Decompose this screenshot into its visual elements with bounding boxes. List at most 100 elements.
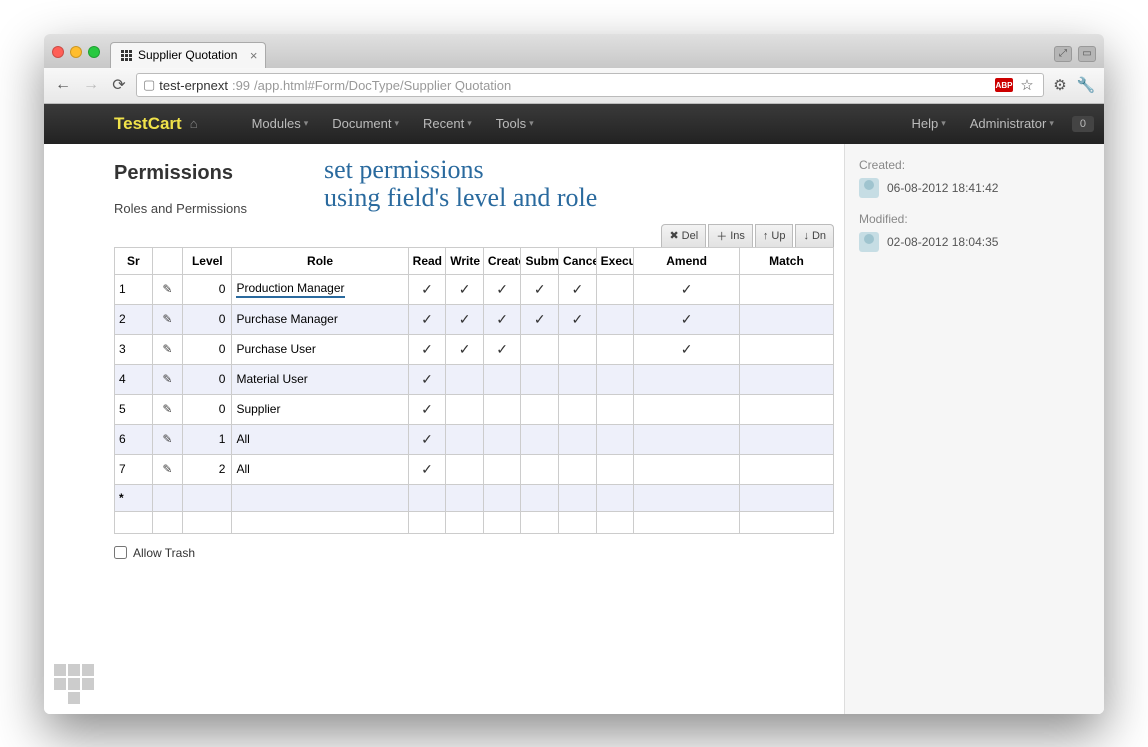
row-edit-button[interactable]: ✎ [152, 334, 183, 364]
cell-read[interactable]: ✓ [408, 304, 446, 334]
cell-create[interactable] [483, 364, 521, 394]
cell-role[interactable]: Material User [232, 364, 408, 394]
cell-submit[interactable]: ✓ [521, 304, 559, 334]
reload-button[interactable]: ⟳ [108, 74, 130, 96]
cell-submit[interactable]: ✓ [521, 274, 559, 304]
cell-create[interactable] [483, 424, 521, 454]
allow-trash-checkbox[interactable] [114, 546, 127, 559]
cell-cancel[interactable]: ✓ [559, 304, 597, 334]
apps-grid-icon[interactable] [54, 664, 94, 704]
cell-create[interactable] [483, 394, 521, 424]
extension-icon[interactable]: ⚙ [1050, 76, 1070, 94]
cell-create[interactable]: ✓ [483, 274, 521, 304]
cell-read[interactable]: ✓ [408, 424, 446, 454]
cell-submit[interactable] [521, 334, 559, 364]
cell-read[interactable]: ✓ [408, 454, 446, 484]
cell-execute[interactable] [596, 334, 634, 364]
cell-execute[interactable] [596, 274, 634, 304]
grid-delete-button[interactable]: ✖Del [661, 224, 706, 247]
bookmark-star-icon[interactable]: ☆ [1017, 76, 1037, 94]
row-edit-button[interactable]: ✎ [152, 274, 183, 304]
cell-match[interactable] [739, 394, 833, 424]
cell-level[interactable]: 0 [183, 334, 232, 364]
table-row[interactable]: 2✎0Purchase Manager✓✓✓✓✓✓ [115, 304, 834, 334]
cell-cancel[interactable] [559, 454, 597, 484]
cell-submit[interactable] [521, 454, 559, 484]
cell-cancel[interactable] [559, 424, 597, 454]
cell-level[interactable]: 2 [183, 454, 232, 484]
table-row[interactable]: 6✎1All✓ [115, 424, 834, 454]
grid-down-button[interactable]: ↓Dn [795, 224, 834, 247]
wrench-icon[interactable]: 🔧 [1076, 76, 1096, 94]
row-edit-button[interactable]: ✎ [152, 394, 183, 424]
cell-amend[interactable] [634, 394, 740, 424]
cell-level[interactable]: 0 [183, 274, 232, 304]
cell-execute[interactable] [596, 424, 634, 454]
cell-role[interactable]: All [232, 424, 408, 454]
table-row[interactable]: 4✎0Material User✓ [115, 364, 834, 394]
cell-level[interactable]: 1 [183, 424, 232, 454]
cell-amend[interactable]: ✓ [634, 304, 740, 334]
cell-read[interactable]: ✓ [408, 274, 446, 304]
cell-submit[interactable] [521, 394, 559, 424]
nav-administrator[interactable]: Administrator▾ [960, 116, 1064, 131]
window-close-button[interactable] [52, 46, 64, 58]
nav-tools[interactable]: Tools▾ [486, 116, 544, 131]
cell-match[interactable] [739, 304, 833, 334]
cell-role[interactable]: Supplier [232, 394, 408, 424]
cell-role[interactable]: All [232, 454, 408, 484]
cell-write[interactable]: ✓ [446, 334, 484, 364]
cell-submit[interactable] [521, 364, 559, 394]
row-edit-button[interactable]: ✎ [152, 454, 183, 484]
cell-match[interactable] [739, 274, 833, 304]
cell-level[interactable]: 0 [183, 304, 232, 334]
cell-write[interactable] [446, 394, 484, 424]
cell-submit[interactable] [521, 424, 559, 454]
cell-cancel[interactable] [559, 364, 597, 394]
table-row[interactable]: 5✎0Supplier✓ [115, 394, 834, 424]
cell-read[interactable]: ✓ [408, 394, 446, 424]
home-icon[interactable]: ⌂ [190, 116, 198, 131]
browser-tab[interactable]: Supplier Quotation × [110, 42, 266, 68]
cell-amend[interactable]: ✓ [634, 274, 740, 304]
window-zoom-button[interactable] [88, 46, 100, 58]
nav-modules[interactable]: Modules▾ [242, 116, 319, 131]
window-expand-icon[interactable]: ⤢ [1054, 46, 1072, 62]
nav-recent[interactable]: Recent▾ [413, 116, 482, 131]
cell-amend[interactable] [634, 454, 740, 484]
grid-insert-button[interactable]: ＋Ins [708, 224, 753, 247]
window-menu-icon[interactable]: ▭ [1078, 46, 1096, 62]
cell-read[interactable]: ✓ [408, 364, 446, 394]
cell-amend[interactable] [634, 364, 740, 394]
brand[interactable]: TestCart [114, 114, 182, 134]
cell-write[interactable]: ✓ [446, 274, 484, 304]
address-bar[interactable]: ▢ test-erpnext:99/app.html#Form/DocType/… [136, 73, 1044, 97]
cell-cancel[interactable]: ✓ [559, 274, 597, 304]
cell-execute[interactable] [596, 364, 634, 394]
adblock-icon[interactable]: ABP [995, 78, 1013, 92]
cell-write[interactable] [446, 454, 484, 484]
cell-match[interactable] [739, 364, 833, 394]
nav-help[interactable]: Help▾ [901, 116, 955, 131]
window-minimize-button[interactable] [70, 46, 82, 58]
cell-role[interactable]: Purchase Manager [232, 304, 408, 334]
cell-cancel[interactable] [559, 394, 597, 424]
cell-level[interactable]: 0 [183, 394, 232, 424]
cell-amend[interactable] [634, 424, 740, 454]
cell-match[interactable] [739, 454, 833, 484]
cell-execute[interactable] [596, 304, 634, 334]
row-edit-button[interactable]: ✎ [152, 304, 183, 334]
table-new-row[interactable]: * [115, 484, 834, 511]
cell-match[interactable] [739, 334, 833, 364]
allow-trash-field[interactable]: Allow Trash [114, 546, 834, 560]
forward-button[interactable]: → [80, 74, 102, 96]
nav-document[interactable]: Document▾ [322, 116, 409, 131]
row-edit-button[interactable]: ✎ [152, 364, 183, 394]
grid-up-button[interactable]: ↑Up [755, 224, 794, 247]
cell-cancel[interactable] [559, 334, 597, 364]
cell-role[interactable]: Purchase User [232, 334, 408, 364]
cell-write[interactable] [446, 364, 484, 394]
cell-execute[interactable] [596, 454, 634, 484]
table-row[interactable]: 1✎0Production Manager✓✓✓✓✓✓ [115, 274, 834, 304]
cell-amend[interactable]: ✓ [634, 334, 740, 364]
